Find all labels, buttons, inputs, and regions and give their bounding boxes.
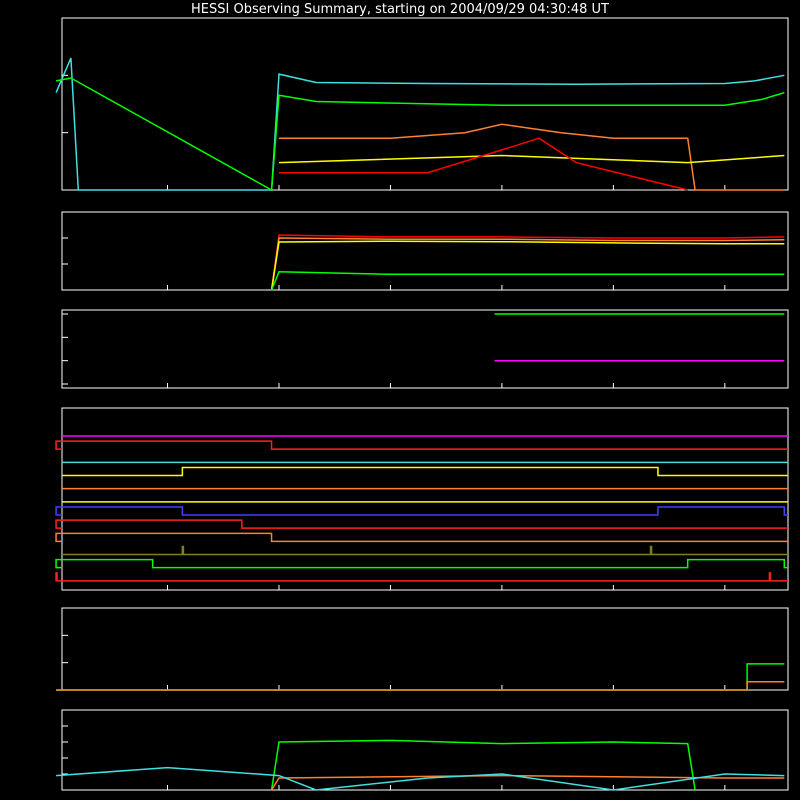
- ratio-series-0: [270, 739, 696, 791]
- decimation-panel: [56, 607, 789, 691]
- figure-title: HESSI Observing Summary, starting on 200…: [191, 2, 609, 17]
- decimation-frame: [61, 607, 789, 691]
- gamma-series-1: [270, 237, 785, 291]
- flags-flag-line: [55, 506, 788, 516]
- hxr-panel: [55, 17, 789, 192]
- gamma-frame: [61, 211, 789, 291]
- goes-panel: [61, 309, 789, 389]
- observing-summary-figure: HESSI Observing Summary, starting on 200…: [55, 2, 789, 791]
- flags-flag-line: [55, 558, 788, 569]
- hxr-series-4: [279, 137, 688, 191]
- ratio-panel: [56, 709, 789, 791]
- flags-flag-line: [55, 572, 788, 582]
- goes-frame: [61, 309, 789, 389]
- ratio-series-2: [56, 766, 785, 791]
- hxr-series-3: [278, 154, 785, 164]
- gamma-series-2: [270, 240, 785, 291]
- flags-panel: [55, 407, 789, 591]
- decimation-series-0: [56, 663, 785, 691]
- panels: [55, 17, 789, 791]
- flags-flag-line: [55, 440, 788, 450]
- flags-flag-line: [55, 519, 788, 529]
- gamma-series-3: [270, 271, 785, 291]
- gamma-panel: [61, 211, 789, 291]
- flags-flag-line: [62, 545, 788, 556]
- hxr-series-0: [55, 57, 785, 191]
- flags-flag-line: [55, 532, 788, 543]
- decimation-series-1: [56, 681, 785, 691]
- flags-flag-line: [62, 466, 788, 477]
